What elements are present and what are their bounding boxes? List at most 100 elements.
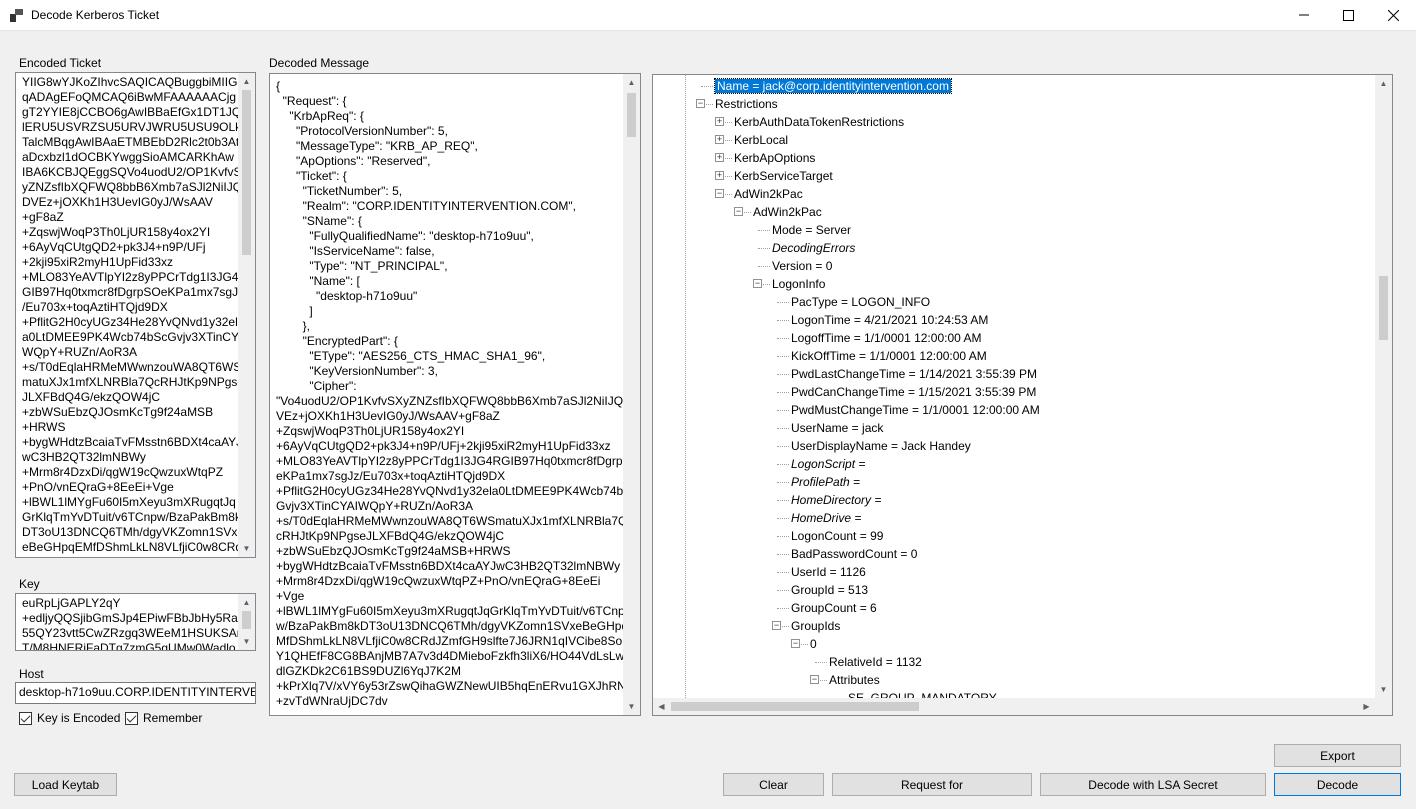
- tree-node[interactable]: GroupId = 513: [791, 582, 868, 598]
- scroll-up-icon[interactable]: ▲: [238, 594, 255, 611]
- tree-node[interactable]: PacType = LOGON_INFO: [791, 294, 930, 310]
- text-line: +6AyVqCUtgQD2+pk3J4+n9P/UFj: [22, 240, 206, 254]
- tree-connector: [777, 482, 789, 483]
- export-button[interactable]: Export: [1274, 744, 1401, 767]
- minimize-button[interactable]: [1281, 0, 1326, 30]
- scroll-thumb[interactable]: [671, 702, 919, 711]
- tree-node[interactable]: SE_GROUP_MANDATORY: [848, 690, 997, 698]
- tree-node-label: PwdLastChangeTime = 1/14/2021 3:55:39 PM: [791, 367, 1038, 381]
- load-keytab-button[interactable]: Load Keytab: [14, 773, 117, 796]
- tree-node[interactable]: PwdLastChangeTime = 1/14/2021 3:55:39 PM: [791, 366, 1037, 382]
- key-textarea[interactable]: euRpLjGAPLY2qY +edljyQQSjibGmSJp4EPiwFBbJ…: [15, 593, 256, 651]
- tree-connector: [777, 320, 789, 321]
- tree-vertical-scrollbar[interactable]: ▲ ▼: [1375, 75, 1392, 698]
- tree-node[interactable]: BadPasswordCount = 0: [791, 546, 917, 562]
- tree-node[interactable]: 0: [810, 636, 817, 652]
- tree-node[interactable]: LogonTime = 4/21/2021 10:24:53 AM: [791, 312, 988, 328]
- tree-node[interactable]: Mode = Server: [772, 222, 851, 238]
- decode-button[interactable]: Decode: [1274, 773, 1401, 796]
- tree-node[interactable]: KerbServiceTarget: [734, 168, 833, 184]
- expand-icon[interactable]: +: [715, 171, 724, 180]
- tree-node-label: UserName = jack: [791, 421, 884, 435]
- tree-node[interactable]: KickOffTime = 1/1/0001 12:00:00 AM: [791, 348, 987, 364]
- tree-node[interactable]: DecodingErrors: [772, 240, 855, 256]
- encoded-ticket-textarea[interactable]: YIIG8wYJKoZIhvcSAQICAQBuggbiMIIG3 qADAgEF…: [15, 72, 256, 558]
- text-line: "Realm": "CORP.IDENTITYINTERVENTION.COM"…: [276, 199, 576, 213]
- text-line: "EncryptedPart": {: [276, 334, 398, 348]
- tree-node[interactable]: HomeDrive =: [791, 510, 861, 526]
- tree-node[interactable]: LogonScript =: [791, 456, 865, 472]
- scroll-up-icon[interactable]: ▲: [238, 73, 255, 90]
- tree-node-label: GroupCount = 6: [791, 601, 877, 615]
- decoded-message-scrollbar[interactable]: ▲ ▼: [623, 74, 640, 715]
- tree-node[interactable]: Restrictions: [715, 96, 778, 112]
- tree-node-label: DecodingErrors: [772, 241, 856, 255]
- collapse-icon[interactable]: −: [715, 189, 724, 198]
- tree-node-label: HomeDrive =: [791, 511, 862, 525]
- tree-node[interactable]: GroupIds: [791, 618, 840, 634]
- scroll-up-icon[interactable]: ▲: [623, 74, 640, 91]
- text-line: Gvjv3XTinCYAIWQpY+RUZn/AoR3A: [276, 499, 474, 513]
- key-scrollbar[interactable]: ▲ ▼: [238, 594, 255, 650]
- request-for-button[interactable]: Request for: [832, 773, 1032, 796]
- tree-node[interactable]: UserDisplayName = Jack Handey: [791, 438, 971, 454]
- decoded-message-textarea[interactable]: { "Request": { "KrbApReq": { "ProtocolVe…: [269, 73, 641, 716]
- text-line: +2kji95xiR2myH1UpFid33xz: [22, 255, 174, 269]
- tree-node[interactable]: Version = 0: [772, 258, 832, 274]
- tree-node[interactable]: Name = jack@corp.identityintervention.co…: [714, 78, 952, 94]
- scroll-up-icon[interactable]: ▲: [1375, 75, 1392, 92]
- tree-node[interactable]: KerbApOptions: [734, 150, 815, 166]
- tree-node[interactable]: LogoffTime = 1/1/0001 12:00:00 AM: [791, 330, 981, 346]
- scroll-thumb[interactable]: [1379, 276, 1388, 340]
- host-input[interactable]: desktop-h71o9uu.CORP.IDENTITYINTERVENT: [15, 682, 256, 704]
- scroll-thumb[interactable]: [242, 611, 251, 629]
- remember-checkbox[interactable]: Remember: [125, 711, 202, 725]
- tree-node[interactable]: RelativeId = 1132: [829, 654, 922, 670]
- collapse-icon[interactable]: −: [791, 639, 800, 648]
- tree-node[interactable]: PwdCanChangeTime = 1/15/2021 3:55:39 PM: [791, 384, 1036, 400]
- tree-node[interactable]: AdWin2kPac: [753, 204, 822, 220]
- tree-node-label: KerbApOptions: [734, 151, 816, 165]
- tree-node-label: KickOffTime = 1/1/0001 12:00:00 AM: [791, 349, 987, 363]
- tree-node[interactable]: HomeDirectory =: [791, 492, 881, 508]
- expand-icon[interactable]: +: [715, 153, 724, 162]
- scroll-thumb[interactable]: [242, 90, 251, 255]
- maximize-button[interactable]: [1326, 0, 1371, 30]
- tree-node[interactable]: PwdMustChangeTime = 1/1/0001 12:00:00 AM: [791, 402, 1040, 418]
- tree-node-label: AdWin2kPac: [734, 187, 803, 201]
- tree-connector: [777, 590, 789, 591]
- expand-icon[interactable]: +: [715, 117, 724, 126]
- collapse-icon[interactable]: −: [734, 207, 743, 216]
- clear-button[interactable]: Clear: [723, 773, 824, 796]
- encoded-ticket-scrollbar[interactable]: ▲ ▼: [238, 73, 255, 557]
- key-is-encoded-checkbox[interactable]: Key is Encoded: [19, 711, 120, 725]
- tree-node[interactable]: GroupCount = 6: [791, 600, 877, 616]
- scroll-left-icon[interactable]: ◀: [653, 698, 670, 715]
- scroll-down-icon[interactable]: ▼: [1375, 681, 1392, 698]
- scroll-down-icon[interactable]: ▼: [238, 540, 255, 557]
- scroll-down-icon[interactable]: ▼: [623, 698, 640, 715]
- text-line: +PflitG2H0cyUGz34He28YvQNvd1y32el: [22, 315, 238, 329]
- tree-node[interactable]: AdWin2kPac: [734, 186, 803, 202]
- expand-icon[interactable]: +: [715, 135, 724, 144]
- tree-node[interactable]: KerbLocal: [734, 132, 788, 148]
- tree-node[interactable]: UserId = 1126: [791, 564, 866, 580]
- collapse-icon[interactable]: −: [810, 675, 819, 684]
- collapse-icon[interactable]: −: [772, 621, 781, 630]
- tree-horizontal-scrollbar[interactable]: ◀ ▶: [653, 698, 1375, 715]
- close-button[interactable]: [1371, 0, 1416, 30]
- tree-node[interactable]: UserName = jack: [791, 420, 883, 436]
- minimize-icon: [1298, 14, 1309, 16]
- scroll-thumb[interactable]: [627, 93, 636, 137]
- tree-node[interactable]: LogonCount = 99: [791, 528, 883, 544]
- collapse-icon[interactable]: −: [696, 99, 705, 108]
- scroll-down-icon[interactable]: ▼: [238, 633, 255, 650]
- scroll-right-icon[interactable]: ▶: [1358, 698, 1375, 715]
- tree-node[interactable]: LogonInfo: [772, 276, 825, 292]
- tree-node[interactable]: KerbAuthDataTokenRestrictions: [734, 114, 904, 130]
- tree-node[interactable]: Attributes: [829, 672, 880, 688]
- decode-with-lsa-secret-button[interactable]: Decode with LSA Secret: [1040, 773, 1266, 796]
- collapse-icon[interactable]: −: [753, 279, 762, 288]
- tree-node[interactable]: ProfilePath =: [791, 474, 860, 490]
- decoded-tree-view[interactable]: Name = jack@corp.identityintervention.co…: [652, 74, 1393, 716]
